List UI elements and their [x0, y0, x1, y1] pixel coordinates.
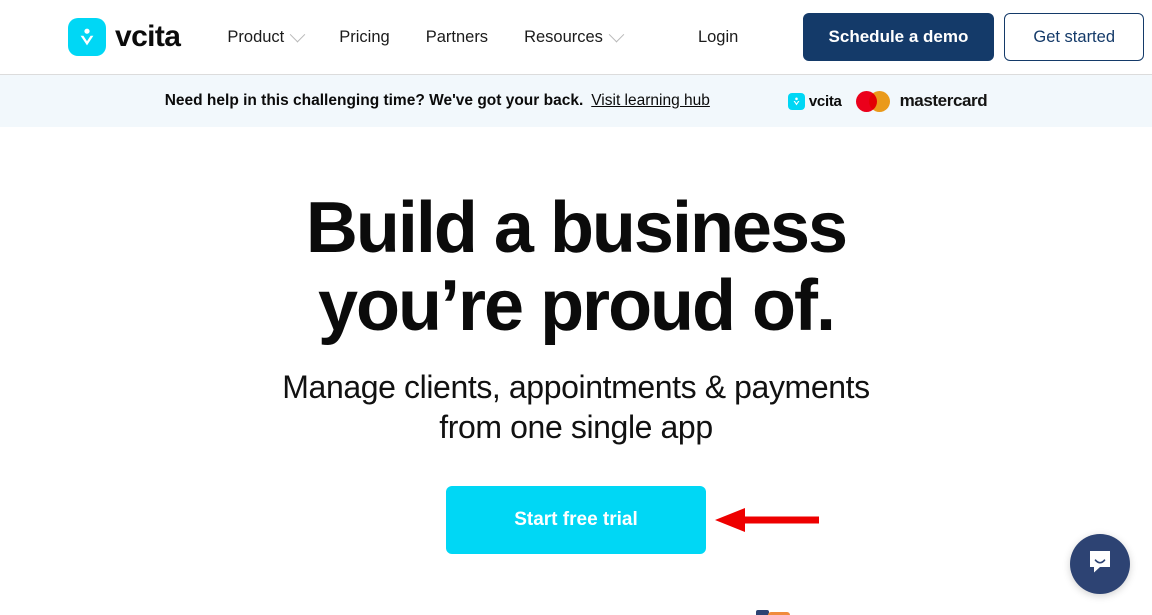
nav-item-resources[interactable]: Resources — [524, 26, 625, 47]
nav-item-label: Product — [227, 27, 285, 46]
hero-headline-line-2: you’re proud of. — [318, 266, 836, 346]
chat-bubble-icon — [1085, 547, 1115, 582]
brand-wordmark: vcita — [115, 20, 181, 53]
hero-subheadline-line-1: Manage clients, appointments & payments — [282, 369, 870, 405]
hero-subheadline: Manage clients, appointments & payments … — [226, 367, 926, 447]
banner-mastercard-logo: mastercard — [855, 90, 988, 112]
header-actions: Schedule a demo Get started — [802, 13, 1144, 61]
decorative-illustration-peek — [756, 605, 790, 615]
banner-vcita-wordmark: vcita — [808, 92, 842, 110]
chevron-down-icon — [608, 26, 625, 42]
banner-message: Need help in this challenging time? We'v… — [164, 92, 584, 109]
main-navigation: Product Pricing Partners Resources Login — [227, 26, 738, 47]
nav-item-pricing[interactable]: Pricing — [339, 28, 389, 47]
hero-headline: Build a business you’re proud of. — [0, 127, 1152, 345]
chat-widget-button[interactable] — [1070, 534, 1130, 594]
banner-partner-logos: vcita mastercard — [787, 90, 988, 112]
nav-item-label: Pricing — [339, 27, 390, 46]
brand-logo[interactable]: vcita — [68, 18, 181, 56]
chevron-down-icon — [289, 26, 306, 42]
hero-headline-line-1: Build a business — [305, 188, 848, 268]
schedule-demo-button[interactable]: Schedule a demo — [802, 13, 995, 61]
site-header: vcita Product Pricing Partners Resources… — [0, 0, 1152, 74]
hero-cta-row: Start free trial — [0, 486, 1152, 554]
nav-item-product[interactable]: Product — [227, 26, 306, 47]
hero-section: Build a business you’re proud of. Manage… — [0, 127, 1152, 615]
banner-vcita-logo: vcita — [787, 92, 842, 110]
nav-item-label: Resources — [524, 27, 603, 46]
nav-item-label: Partners — [425, 27, 489, 46]
start-free-trial-button[interactable]: Start free trial — [446, 486, 706, 554]
banner-content: Need help in this challenging time? We'v… — [164, 90, 988, 112]
nav-item-login[interactable]: Login — [698, 28, 738, 47]
vcita-logo-icon — [787, 92, 805, 110]
mastercard-circles-icon — [855, 90, 890, 112]
vcita-logo-icon — [68, 18, 106, 56]
hero-subheadline-line-2: from one single app — [439, 409, 713, 445]
mastercard-wordmark: mastercard — [899, 91, 988, 110]
banner-learning-hub-link[interactable]: Visit learning hub — [591, 92, 710, 110]
red-arrow-annotation-icon — [715, 506, 819, 534]
get-started-button[interactable]: Get started — [1004, 13, 1144, 61]
nav-item-partners[interactable]: Partners — [426, 28, 488, 47]
announcement-banner: Need help in this challenging time? We'v… — [0, 74, 1152, 127]
nav-item-label: Login — [697, 27, 739, 46]
